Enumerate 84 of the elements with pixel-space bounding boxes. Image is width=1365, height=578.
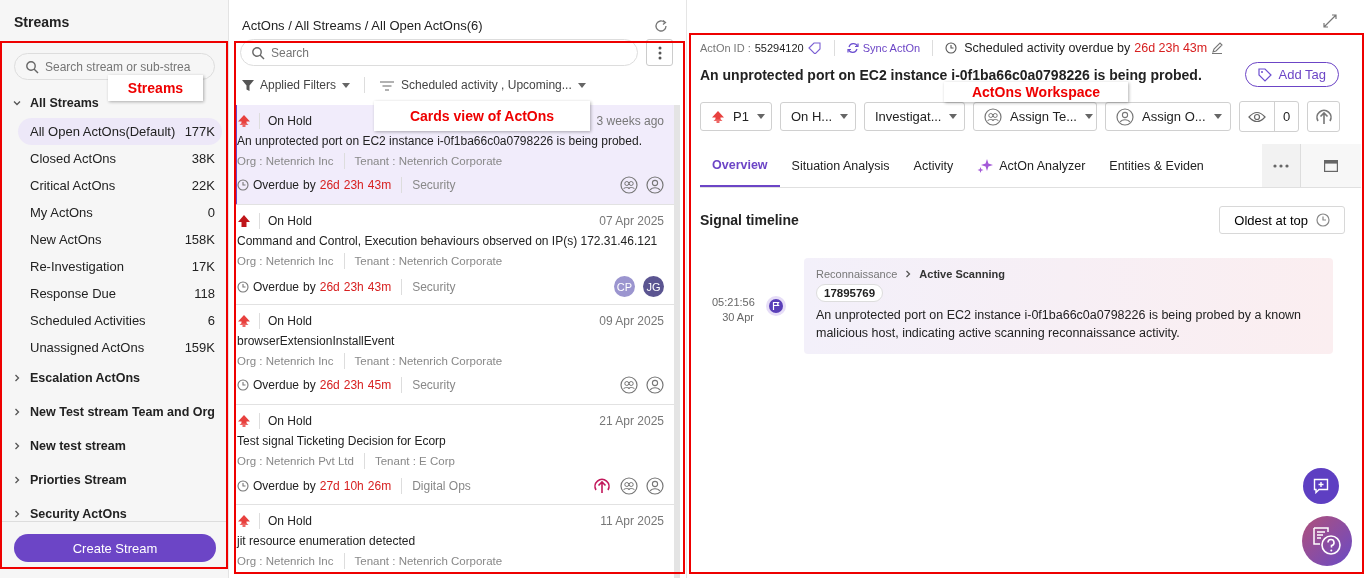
overdue-hours: 10h (343, 479, 364, 493)
overdue-hours: 23h (343, 378, 364, 392)
overdue-minutes: 26m (367, 479, 392, 493)
org-label: Org : Netenrich Inc (237, 555, 334, 567)
org-label: Org : Netenrich Inc (237, 155, 334, 167)
card-title: Test signal Ticketing Decision for Ecorp (237, 434, 447, 448)
tactic-label: Reconnaissance (816, 268, 898, 280)
stream-label: Critical ActOns (30, 178, 116, 193)
card-title: Command and Control, Execution behaviours observed on IP(s) 172.31.46.121 (237, 234, 659, 248)
overdue-by: by (303, 479, 316, 493)
category-label: Security (412, 178, 456, 192)
overdue-label: Overdue (253, 178, 300, 192)
overdue-days: 26d (319, 279, 340, 294)
acton-id-label: ActOn ID : (700, 42, 751, 54)
signal-id: 17895769 (816, 284, 884, 302)
tenant-label: Tenant : Netenrich Corporate (354, 355, 503, 367)
tenant-label: Tenant : E Corp (374, 455, 455, 467)
stream-label: My ActOns (30, 205, 93, 220)
overdue-hours: 23h (343, 279, 364, 294)
schedule-label: Scheduled activity overdue by (964, 41, 1131, 55)
signal-description: An unprotected port on EC2 instance i-0f1ba66c0a0798226 is being probed by a known malicious host, indicating active scanning reconnaissance activity. (816, 307, 1303, 342)
technique-label: Active Scanning (919, 268, 1005, 280)
overdue-minutes: 45m (367, 378, 392, 392)
card-time: 09 Apr 2025 (599, 314, 664, 328)
category-label: Security (412, 279, 456, 294)
acton-id: 55294120 (754, 42, 804, 54)
annotation-tooltip: Streams (108, 75, 203, 101)
breadcrumb: ActOns / All Streams / All Open ActOns(6) (242, 18, 483, 33)
status-label: On Hold (268, 414, 313, 428)
stream-label: All Open ActOns(Default) (30, 124, 176, 139)
stream-label: New ActOns (30, 232, 102, 247)
stream-label: Scheduled Activities (30, 313, 146, 328)
acton-title: An unprotected port on EC2 instance i-0f1ba66c0a0798226 is being probed. (700, 66, 1202, 83)
card-time: 21 Apr 2025 (599, 414, 664, 428)
card-time: 3 weeks ago (596, 114, 664, 128)
event-time: 05:21:56 (712, 295, 754, 310)
stream-count: 22K (191, 178, 215, 193)
overdue-by: by (303, 279, 316, 294)
org-label: Org : Netenrich Inc (237, 255, 334, 267)
annotation-tooltip: ActOns Workspace (944, 82, 1128, 102)
category-label: Security (412, 378, 456, 392)
card-time: 11 Apr 2025 (600, 514, 664, 528)
card-title: An unprotected port on EC2 instance i-0f1ba66c0a0798226 is being probed. (237, 134, 643, 148)
overdue-label: Overdue (253, 479, 300, 493)
stream-label: Closed ActOns (30, 151, 116, 166)
status-label: On Hold (268, 314, 313, 328)
overdue-by: by (303, 378, 316, 392)
overdue-hours: 23h (343, 178, 364, 192)
overdue-by: by (303, 178, 316, 192)
tenant-label: Tenant : Netenrich Corporate (354, 255, 503, 267)
overdue-label: Overdue (253, 279, 300, 294)
stream-count: 159K (184, 340, 215, 355)
overdue-label: Overdue (253, 378, 300, 392)
status-label: On Hold (268, 114, 313, 128)
schedule-value: 26d 23h 43m (1134, 41, 1208, 55)
stream-count: 177K (184, 124, 215, 139)
tenant-label: Tenant : Netenrich Corporate (354, 155, 503, 167)
overdue-minutes: 43m (367, 178, 392, 192)
annotation-tooltip: Cards view of ActOns (374, 101, 590, 131)
status-label: On Hold (268, 514, 313, 528)
overdue-days: 26d (319, 178, 340, 192)
org-label: Org : Netenrich Pvt Ltd (237, 455, 354, 467)
card-title: browserExtensionInstallEvent (237, 334, 396, 348)
overdue-days: 26d (319, 378, 340, 392)
category-label: Digital Ops (412, 479, 471, 493)
org-label: Org : Netenrich Inc (237, 355, 334, 367)
card-title: jit resource enumeration detected (237, 534, 417, 548)
stream-count: 6 (207, 313, 215, 328)
overdue-minutes: 43m (367, 279, 392, 294)
stream-count: 38K (191, 151, 215, 166)
event-date: 30 Apr (721, 310, 754, 325)
section-title: Signal timeline (700, 212, 799, 228)
stream-count: 158K (184, 232, 215, 247)
stream-count: 118 (194, 286, 215, 301)
stream-label: Response Due (30, 286, 116, 301)
overdue-days: 27d (319, 479, 340, 493)
stream-count: 17K (191, 259, 215, 274)
stream-label: Re-Investigation (30, 259, 124, 274)
status-label: On Hold (268, 214, 313, 228)
card-time: 07 Apr 2025 (599, 214, 664, 228)
tenant-label: Tenant : Netenrich Corporate (354, 555, 503, 567)
panel-title: Streams (13, 13, 71, 32)
stream-count: 0 (207, 205, 215, 220)
stream-label: Unassigned ActOns (30, 340, 145, 355)
